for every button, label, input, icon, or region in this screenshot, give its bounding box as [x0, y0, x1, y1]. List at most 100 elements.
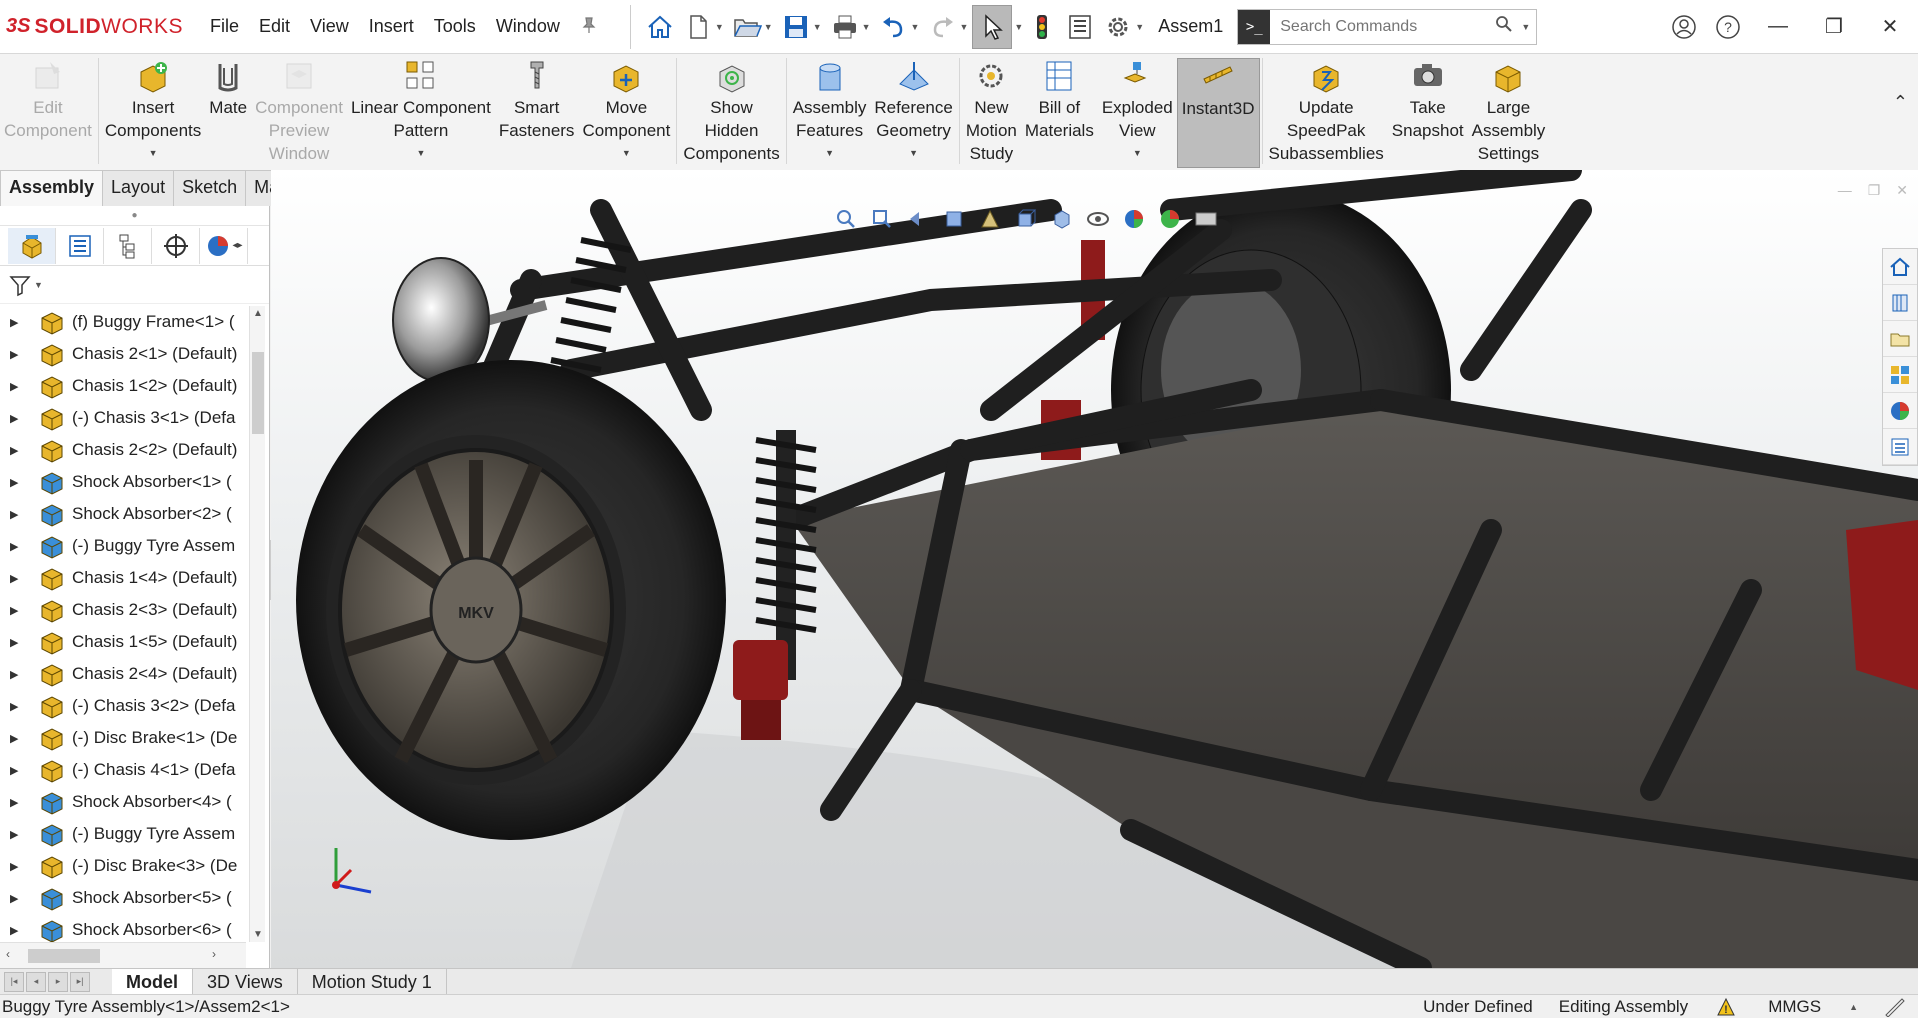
open-button[interactable]: ▼ — [728, 5, 777, 49]
tree-node[interactable]: ▶ Chasis 2<3> (Default) — [0, 594, 246, 626]
zoom-to-area-icon[interactable] — [867, 206, 897, 232]
chevron-down-icon[interactable]: ▼ — [622, 142, 631, 165]
motion-study-button[interactable]: New Motion Study — [962, 58, 1021, 168]
search-input[interactable] — [1270, 17, 1490, 36]
expand-arrow-icon[interactable]: ▶ — [0, 892, 18, 905]
minimize-button[interactable]: — — [1750, 15, 1806, 38]
menu-view[interactable]: View — [300, 16, 359, 37]
tab-sketch[interactable]: Sketch — [173, 170, 247, 206]
rebuild-button[interactable] — [1023, 5, 1061, 49]
chevron-down-icon[interactable]: ▼ — [825, 142, 834, 165]
linear-pattern-button[interactable]: Linear Component Pattern ▼ — [347, 58, 495, 168]
tab-motion-study[interactable]: Motion Study 1 — [298, 968, 447, 995]
menu-window[interactable]: Window — [486, 16, 570, 37]
tab-layout[interactable]: Layout — [102, 170, 175, 206]
tree-node[interactable]: ▶ Chasis 2<2> (Default) — [0, 434, 246, 466]
tree-node[interactable]: ▶ Shock Absorber<6> ( — [0, 914, 246, 942]
property-manager-tab[interactable] — [56, 227, 104, 264]
search-icon[interactable] — [1489, 15, 1519, 38]
select-dropdown[interactable]: ▼ — [1014, 22, 1023, 32]
appearances-icon[interactable] — [1883, 393, 1917, 429]
home-button[interactable] — [641, 5, 679, 49]
viewport-restore[interactable]: ❐ — [1868, 182, 1881, 199]
expand-arrow-icon[interactable]: ▶ — [0, 380, 18, 393]
tab-3d-views[interactable]: 3D Views — [193, 968, 298, 995]
bill-of-materials-button[interactable]: Bill of Materials — [1021, 58, 1098, 168]
tree-vertical-scrollbar[interactable]: ▲ ▼ — [249, 306, 265, 942]
chevron-down-icon[interactable]: ▼ — [416, 142, 425, 165]
snapshot-button[interactable]: Take Snapshot — [1388, 58, 1468, 168]
expand-arrow-icon[interactable]: ▶ — [0, 828, 18, 841]
tree-filter[interactable]: ▼ — [0, 266, 269, 304]
tree-node[interactable]: ▶ Chasis 2<4> (Default) — [0, 658, 246, 690]
tree-node[interactable]: ▶ (f) Buggy Frame<1> ( — [0, 306, 246, 338]
speedpak-button[interactable]: Update SpeedPak Subassemblies — [1265, 58, 1388, 168]
apply-scene-icon[interactable] — [1155, 206, 1185, 232]
expand-arrow-icon[interactable]: ▶ — [0, 636, 18, 649]
tree-node[interactable]: ▶ (-) Buggy Tyre Assem — [0, 818, 246, 850]
expand-arrow-icon[interactable]: ▶ — [0, 540, 18, 553]
chevron-down-icon[interactable]: ▼ — [1133, 142, 1142, 165]
tab-model[interactable]: Model — [112, 968, 193, 995]
help-icon[interactable]: ? — [1706, 14, 1750, 40]
large-assembly-button[interactable]: Large Assembly Settings — [1468, 58, 1550, 168]
account-icon[interactable] — [1662, 14, 1706, 40]
dynamic-annotation-icon[interactable] — [975, 206, 1005, 232]
tree-node[interactable]: ▶ Chasis 1<4> (Default) — [0, 562, 246, 594]
expand-arrow-icon[interactable]: ▶ — [0, 732, 18, 745]
tree-node[interactable]: ▶ (-) Chasis 3<1> (Defa — [0, 402, 246, 434]
new-document-button[interactable]: ▼ — [679, 5, 728, 49]
search-commands[interactable]: >_ ▼ — [1237, 8, 1538, 45]
rebuild-warning-icon[interactable]: ! — [1714, 997, 1742, 1017]
view-settings-icon[interactable] — [1191, 206, 1221, 232]
tree-node[interactable]: ▶ (-) Disc Brake<1> (De — [0, 722, 246, 754]
solidworks-resources-icon[interactable] — [1883, 249, 1917, 285]
assembly-features-button[interactable]: Assembly Features ▼ — [789, 58, 871, 168]
tree-node[interactable]: ▶ Shock Absorber<5> ( — [0, 882, 246, 914]
section-view-icon[interactable] — [939, 206, 969, 232]
prev-tab-button[interactable]: ◂ — [26, 971, 46, 992]
menu-tools[interactable]: Tools — [424, 16, 486, 37]
customize-status-icon[interactable] — [1884, 997, 1906, 1017]
app-logo[interactable]: 3S SOLIDWORKS — [0, 15, 200, 39]
expand-arrow-icon[interactable]: ▶ — [0, 796, 18, 809]
tree-node[interactable]: ▶ Shock Absorber<1> ( — [0, 466, 246, 498]
collapse-ribbon-icon[interactable]: ⌃ — [1893, 92, 1908, 113]
smart-fasteners-button[interactable]: Smart Fasteners — [495, 58, 579, 168]
reference-geometry-button[interactable]: Reference Geometry ▼ — [870, 58, 956, 168]
file-explorer-icon[interactable] — [1883, 321, 1917, 357]
move-component-button[interactable]: Move Component ▼ — [578, 58, 674, 168]
print-button[interactable]: ▼ — [826, 5, 875, 49]
menu-insert[interactable]: Insert — [359, 16, 424, 37]
tree-node[interactable]: ▶ Chasis 1<2> (Default) — [0, 370, 246, 402]
expand-arrow-icon[interactable]: ▶ — [0, 860, 18, 873]
expand-arrow-icon[interactable]: ▶ — [0, 604, 18, 617]
feature-manager-tab[interactable] — [8, 227, 56, 264]
select-button[interactable] — [972, 4, 1013, 49]
panel-grip[interactable]: ● — [0, 206, 269, 226]
edit-component-button[interactable]: Edit Component — [0, 58, 96, 168]
hscroll-thumb[interactable] — [28, 949, 100, 963]
redo-button[interactable]: ▼ — [923, 5, 972, 49]
chevron-down-icon[interactable]: ▼ — [149, 142, 158, 165]
graphics-area[interactable]: MKV — ❐ ✕ — [271, 170, 1918, 968]
tree-node[interactable]: ▶ (-) Disc Brake<3> (De — [0, 850, 246, 882]
design-library-icon[interactable] — [1883, 285, 1917, 321]
dimxpert-manager-tab[interactable] — [152, 227, 200, 264]
tree-horizontal-scrollbar[interactable]: ‹ › — [0, 942, 246, 968]
instant3d-button[interactable]: Instant3D — [1176, 58, 1260, 168]
tree-node[interactable]: ▶ Chasis 2<1> (Default) — [0, 338, 246, 370]
insert-components-button[interactable]: Insert Components ▼ — [101, 58, 205, 168]
zoom-to-fit-icon[interactable] — [831, 206, 861, 232]
next-tab-button[interactable]: ▸ — [48, 971, 68, 992]
expand-arrow-icon[interactable]: ▶ — [0, 572, 18, 585]
close-button[interactable]: ✕ — [1862, 14, 1918, 39]
custom-properties-icon[interactable] — [1883, 429, 1917, 465]
edit-appearance-icon[interactable] — [1119, 206, 1149, 232]
pin-icon[interactable] — [578, 16, 600, 38]
tree-node[interactable]: ▶ Chasis 1<5> (Default) — [0, 626, 246, 658]
unit-system[interactable]: MMGS — [1768, 997, 1821, 1017]
tree-node[interactable]: ▶ (-) Chasis 3<2> (Defa — [0, 690, 246, 722]
expand-arrow-icon[interactable]: ▶ — [0, 668, 18, 681]
file-properties-button[interactable] — [1061, 5, 1099, 49]
